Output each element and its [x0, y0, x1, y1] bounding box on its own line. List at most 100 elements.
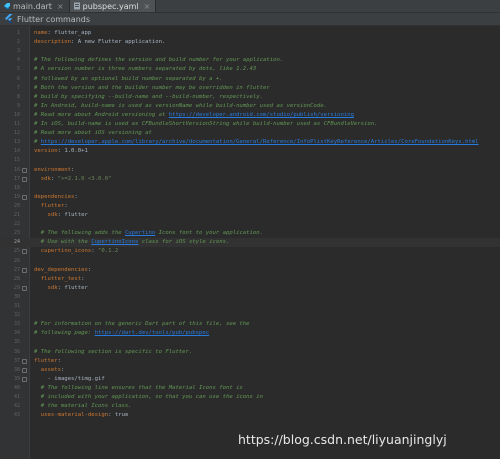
line-number: 42 [13, 403, 20, 410]
code-text: # https://developer.apple.com/library/ar… [34, 138, 479, 147]
code-text: environment: [34, 166, 74, 175]
code-text: name: flutter_app [34, 29, 91, 38]
code-line[interactable]: 24 # Use with the CupertinoIcons class f… [0, 238, 500, 248]
code-line[interactable]: 38 assets: [0, 366, 500, 375]
code-line[interactable]: 36 # The following section is specific to… [0, 348, 500, 357]
code-editor[interactable]: 1 name: flutter_app 2 description: A new Fl… [0, 26, 500, 459]
code-line[interactable]: 33 # For information on the generic Dart … [0, 320, 500, 329]
tab-label: pubspec.yaml [82, 1, 139, 11]
fold-marker-icon[interactable] [22, 267, 27, 273]
code-token: sdk [40, 175, 51, 182]
code-line[interactable]: 3 [0, 47, 500, 56]
flutter-commands-link[interactable]: Flutter commands [17, 15, 90, 24]
code-text: # the material Icons class. [34, 402, 132, 411]
code-text: sdk: flutter [34, 211, 87, 220]
code-token: : 1.0.0+1 [57, 148, 88, 155]
code-line[interactable]: 4 # The following defines the version and… [0, 56, 500, 65]
code-line[interactable]: 35 [0, 338, 500, 347]
code-line[interactable]: 16 environment: [0, 166, 500, 175]
code-line[interactable]: 41 # included with your application, so … [0, 393, 500, 402]
close-icon[interactable]: × [57, 2, 64, 11]
code-token: # build by specifying --build-name and -… [34, 93, 264, 100]
code-token: : [87, 266, 92, 273]
code-token: dependencies [34, 193, 75, 200]
fold-marker-icon[interactable] [22, 194, 27, 200]
flutter-icon [5, 13, 13, 25]
code-token: # followed by an optional build number s… [34, 75, 223, 82]
code-line[interactable]: 29 sdk: flutter [0, 284, 500, 293]
flutter-commands-bar[interactable]: Flutter commands [0, 13, 500, 26]
code-line[interactable]: 2 description: A new Flutter application. [0, 38, 500, 47]
dart-file-icon [3, 2, 11, 10]
tab-label: main.dart [13, 1, 52, 11]
code-line[interactable]: 27 dev_dependencies: [0, 266, 500, 275]
code-line[interactable]: 9 # In Android, build-name is used as ver… [0, 102, 500, 111]
code-line[interactable]: 30 [0, 293, 500, 302]
code-line[interactable]: 19 dependencies: [0, 193, 500, 202]
code-line[interactable]: 28 flutter_test: [0, 275, 500, 284]
code-line[interactable]: 18 [0, 184, 500, 193]
code-line[interactable]: 10 # Read more about Android versioning a… [0, 111, 500, 120]
tab-pubspec-yaml[interactable]: pubspec.yaml × [69, 0, 157, 12]
code-line[interactable]: 22 [0, 220, 500, 229]
code-text: flutter_test: [34, 275, 85, 284]
code-token: # In Android, build-name is used as vers… [34, 102, 327, 109]
code-line[interactable]: 1 name: flutter_app [0, 29, 500, 38]
fold-marker-icon[interactable] [22, 376, 27, 382]
code-line[interactable]: 32 [0, 311, 500, 320]
code-token: : [60, 366, 65, 373]
code-token: sdk [47, 284, 58, 291]
fold-marker-icon[interactable] [22, 367, 27, 373]
code-line[interactable]: 14 version: 1.0.0+1 [0, 147, 500, 156]
line-number: 20 [13, 202, 20, 209]
fold-marker-icon[interactable] [22, 358, 27, 364]
code-line[interactable]: 37 flutter: [0, 357, 500, 366]
fold-marker-icon[interactable] [22, 176, 27, 182]
code-token: # Read more about iOS versioning at [34, 130, 152, 137]
code-line[interactable]: 39 - images/timg.gif [0, 375, 500, 384]
watermark-text: https://blog.csdn.net/liyuanjinglyj [238, 432, 447, 447]
yaml-file-icon [73, 2, 81, 10]
code-link[interactable]: Cupertino [125, 230, 155, 236]
code-token: # The following adds the [34, 230, 125, 237]
code-line[interactable]: 11 # In iOS, build-name is used as CFBund… [0, 120, 500, 129]
code-line[interactable]: 34 # following page: https://dart.dev/too… [0, 329, 500, 338]
fold-marker-icon[interactable] [22, 285, 27, 291]
code-line[interactable]: 31 [0, 302, 500, 311]
code-link[interactable]: CupertinoIcons [91, 239, 138, 245]
code-line[interactable]: 6 # followed by an optional build number … [0, 75, 500, 84]
code-line[interactable]: 13 # https://developer.apple.com/library/… [0, 138, 500, 147]
code-line[interactable]: 43 uses-material-design: true [0, 411, 500, 420]
code-line[interactable]: 21 sdk: flutter [0, 211, 500, 220]
fold-marker-icon[interactable] [22, 249, 27, 255]
code-line[interactable]: 20 flutter: [0, 202, 500, 211]
code-line[interactable]: 42 # the material Icons class. [0, 402, 500, 411]
code-line[interactable]: 23 # The following adds the Cupertino Ic… [0, 229, 500, 238]
code-line[interactable]: 15 [0, 156, 500, 165]
fold-marker-icon[interactable] [22, 167, 27, 173]
code-text: # build by specifying --build-name and -… [34, 93, 263, 102]
line-number: 16 [13, 166, 20, 173]
code-line[interactable]: 17 sdk: ">=2.1.0 <3.0.0" [0, 175, 500, 184]
line-number: 23 [13, 230, 20, 237]
code-line[interactable]: 7 # Both the version and the builder numb… [0, 84, 500, 93]
tab-main-dart[interactable]: main.dart × [0, 0, 70, 12]
close-icon[interactable]: × [144, 2, 151, 11]
code-line[interactable]: 25 cupertino_icons: ^0.1.2 [0, 247, 500, 256]
code-line[interactable]: 40 # The following line ensures that the… [0, 384, 500, 393]
code-token: version [34, 148, 58, 155]
code-line[interactable]: 12 # Read more about iOS versioning at [0, 129, 500, 138]
code-token: Icons font to your application. [155, 230, 264, 237]
code-link[interactable]: https://dart.dev/tools/pub/pubspec [95, 330, 210, 336]
code-link[interactable]: https://developer.android.com/studio/pub… [169, 112, 354, 118]
code-line[interactable]: 5 # A version number is three numbers sep… [0, 65, 500, 74]
code-token: # included with your application, so tha… [34, 394, 264, 400]
code-link[interactable]: https://developer.apple.com/library/arch… [41, 139, 479, 145]
code-line[interactable]: 26 [0, 257, 500, 266]
code-token: : [74, 193, 78, 200]
code-line[interactable]: 8 # build by specifying --build-name and … [0, 93, 500, 102]
line-number: 40 [13, 384, 20, 391]
code-text: # The following line ensures that the Ma… [34, 384, 243, 393]
